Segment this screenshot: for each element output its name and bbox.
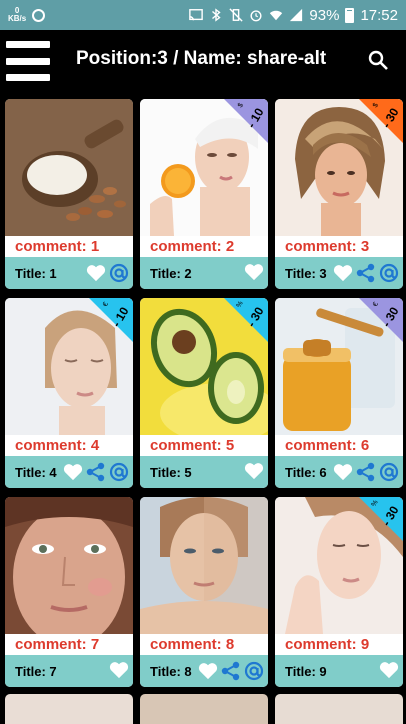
discount-badge: € - 10 xyxy=(89,298,133,342)
card-image xyxy=(5,99,133,236)
circle-icon xyxy=(32,8,46,22)
share-icon[interactable] xyxy=(356,263,376,283)
discount-badge: $ - 30 xyxy=(359,99,403,143)
network-speed-unit: KB/s xyxy=(8,14,27,23)
at-icon[interactable] xyxy=(244,661,264,681)
heart-icon[interactable] xyxy=(244,462,264,480)
card-1[interactable]: comment: 1 Title: 1 xyxy=(5,99,133,289)
heart-icon[interactable] xyxy=(63,463,83,481)
heart-icon[interactable] xyxy=(198,662,218,680)
card-title: Title: 6 xyxy=(285,464,327,480)
signal-icon xyxy=(290,8,303,22)
at-icon[interactable] xyxy=(109,263,129,283)
battery-icon xyxy=(345,7,355,23)
heart-icon[interactable] xyxy=(109,661,129,679)
card-4[interactable]: € - 10 comment: 4 Title: 4 xyxy=(5,298,133,488)
card-title: Title: 3 xyxy=(285,265,327,281)
card-comment: comment: 7 xyxy=(15,636,100,653)
card-8[interactable]: comment: 8 Title: 8 xyxy=(140,497,268,687)
card-title: Title: 7 xyxy=(15,663,57,679)
card-comment: comment: 8 xyxy=(150,636,235,653)
card-footer: Title: 2 xyxy=(140,257,268,289)
card-7[interactable]: comment: 7 Title: 7 xyxy=(5,497,133,687)
at-icon[interactable] xyxy=(109,462,129,482)
card-footer: Title: 4 xyxy=(5,456,133,488)
card-footer: Title: 7 xyxy=(5,655,133,687)
status-bar: 0 KB/s 93% 17:52 xyxy=(0,0,406,30)
discount-badge: € - 30 xyxy=(359,298,403,342)
card-title: Title: 2 xyxy=(150,265,192,281)
card-footer: Title: 6 xyxy=(275,456,403,488)
card-title: Title: 1 xyxy=(15,265,57,281)
cast-icon xyxy=(189,9,204,21)
card-footer: Title: 1 xyxy=(5,257,133,289)
card-comment: comment: 3 xyxy=(285,238,370,255)
card-comment: comment: 1 xyxy=(15,238,100,255)
discount-badge: % - 30 xyxy=(359,497,403,541)
card-title: Title: 4 xyxy=(15,464,57,480)
discount-badge: % - 30 xyxy=(224,298,268,342)
card-image xyxy=(5,497,133,634)
card-2[interactable]: $ - 10 comment: 2 Title: 2 xyxy=(140,99,268,289)
card-title: Title: 9 xyxy=(285,663,327,679)
alarm-icon xyxy=(250,10,262,22)
search-icon[interactable] xyxy=(368,50,388,70)
card-title: Title: 5 xyxy=(150,464,192,480)
app-bar: Position:3 / Name: share-alt xyxy=(0,30,406,92)
heart-icon[interactable] xyxy=(333,463,353,481)
share-icon[interactable] xyxy=(86,462,106,482)
card-3[interactable]: $ - 30 comment: 3 Title: 3 xyxy=(275,99,403,289)
card-title: Title: 8 xyxy=(150,663,192,679)
discount-badge: $ - 10 xyxy=(224,99,268,143)
card-comment: comment: 4 xyxy=(15,437,100,454)
card-footer: Title: 8 xyxy=(140,655,268,687)
heart-icon[interactable] xyxy=(333,264,353,282)
bluetooth-icon xyxy=(212,8,222,22)
clock: 17:52 xyxy=(360,6,398,24)
heart-icon[interactable] xyxy=(379,661,399,679)
card-footer: Title: 5 xyxy=(140,456,268,488)
at-icon[interactable] xyxy=(379,263,399,283)
menu-icon[interactable] xyxy=(6,39,50,83)
wifi-icon xyxy=(270,10,283,21)
card-9[interactable]: % - 30 comment: 9 Title: 9 xyxy=(275,497,403,687)
card-grid: comment: 1 Title: 1 $ - 10 comment: 2 Ti… xyxy=(0,92,406,724)
battery-percent: 93% xyxy=(309,6,340,24)
card-comment: comment: 6 xyxy=(285,437,370,454)
at-icon[interactable] xyxy=(379,462,399,482)
card-footer: Title: 9 xyxy=(275,655,403,687)
vibrate-off-icon xyxy=(229,8,244,22)
card-comment: comment: 9 xyxy=(285,636,370,653)
card-comment: comment: 2 xyxy=(150,238,235,255)
page-title: Position:3 / Name: share-alt xyxy=(76,48,327,69)
card-comment: comment: 5 xyxy=(150,437,235,454)
share-icon[interactable] xyxy=(356,462,376,482)
network-speed: 0 KB/s xyxy=(8,7,26,23)
card-footer: Title: 3 xyxy=(275,257,403,289)
heart-icon[interactable] xyxy=(244,263,264,281)
card-5[interactable]: % - 30 comment: 5 Title: 5 xyxy=(140,298,268,488)
heart-icon[interactable] xyxy=(86,264,106,282)
card-6[interactable]: € - 30 comment: 6 Title: 6 xyxy=(275,298,403,488)
card-image xyxy=(140,497,268,634)
share-icon[interactable] xyxy=(221,661,241,681)
